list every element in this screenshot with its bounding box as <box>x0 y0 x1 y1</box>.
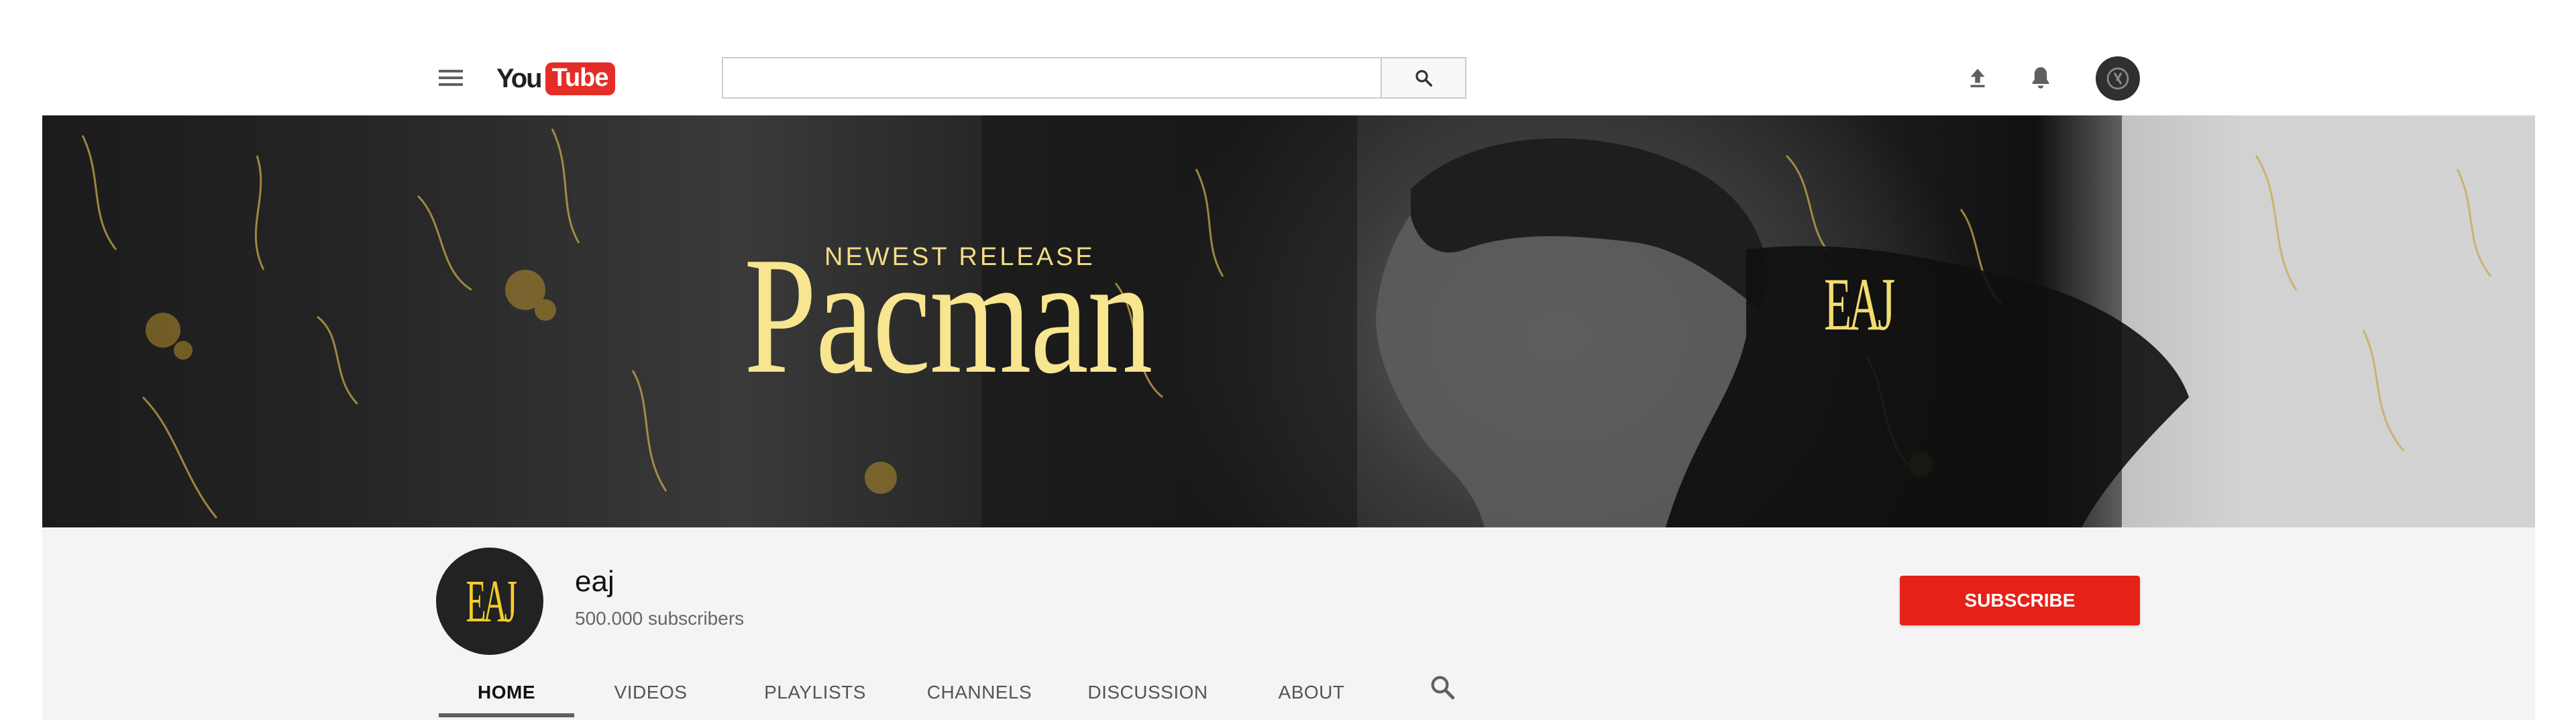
tab-channels[interactable]: CHANNELS <box>912 664 1046 720</box>
upload-icon[interactable] <box>1962 62 1994 94</box>
search-bar <box>722 57 1466 99</box>
menu-icon[interactable] <box>433 64 468 91</box>
subscribe-button[interactable]: SUBSCRIBE <box>1900 576 2140 625</box>
banner-artwork <box>81 115 2535 527</box>
tab-videos[interactable]: VIDEOS <box>590 664 711 720</box>
channel-avatar[interactable]: EAJ <box>436 548 543 655</box>
avatar-logo-icon <box>2106 67 2129 90</box>
subscriber-count: 500.000 subscribers <box>575 608 745 629</box>
channel-name[interactable]: eaj <box>575 565 614 599</box>
channel-banner: NEWEST RELEASE Pacman EAJ <box>42 115 2535 527</box>
active-tab-indicator <box>439 713 574 717</box>
channel-search-icon[interactable] <box>1424 668 1461 706</box>
search-icon <box>1415 70 1432 87</box>
masthead: You Tube <box>0 0 2576 115</box>
bell-icon[interactable] <box>2025 62 2057 94</box>
tab-home[interactable]: HOME <box>439 664 574 720</box>
banner-brand-logo: EAJ <box>1824 263 1895 346</box>
logo-tube-text: Tube <box>545 62 615 95</box>
channel-tabs: HOME VIDEOS PLAYLISTS CHANNELS DISCUSSIO… <box>0 664 2576 720</box>
search-button[interactable] <box>1381 58 1465 97</box>
search-input[interactable] <box>723 58 1381 97</box>
youtube-logo[interactable]: You Tube <box>496 60 615 97</box>
channel-avatar-logo: EAJ <box>465 568 517 635</box>
tab-about[interactable]: ABOUT <box>1254 664 1368 720</box>
account-avatar[interactable] <box>2096 56 2140 101</box>
logo-you-text: You <box>496 63 543 93</box>
tab-playlists[interactable]: PLAYLISTS <box>745 664 885 720</box>
banner-title: Pacman <box>744 223 1152 409</box>
tab-discussion[interactable]: DISCUSSION <box>1077 664 1218 720</box>
